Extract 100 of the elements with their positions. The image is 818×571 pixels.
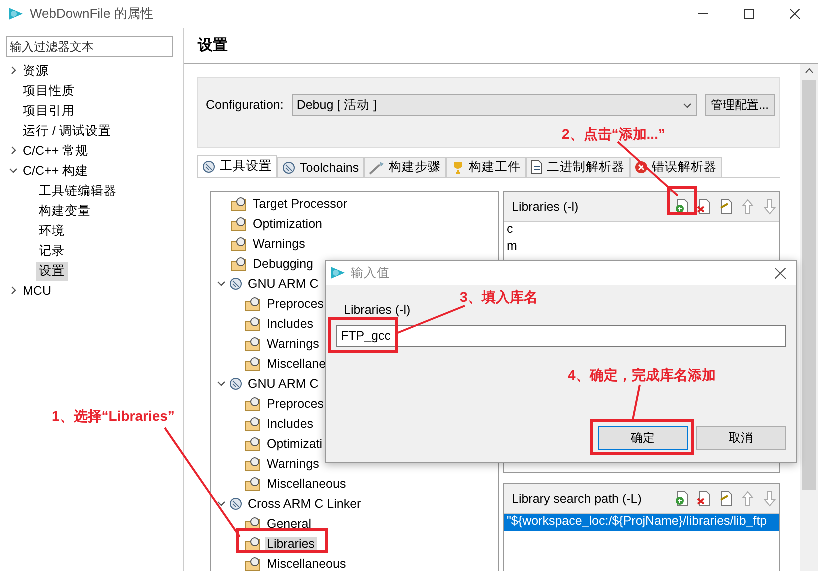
tab[interactable]: Toolchains bbox=[277, 157, 364, 177]
cancel-button[interactable]: 取消 bbox=[696, 426, 786, 450]
tree-item[interactable]: Libraries bbox=[265, 537, 317, 551]
delete-icon[interactable] bbox=[697, 490, 711, 506]
nav-item[interactable]: 运行 / 调试设置 bbox=[20, 122, 114, 140]
tree-item[interactable]: Cross ARM C Linker bbox=[246, 497, 364, 511]
scrollbar[interactable] bbox=[800, 64, 818, 571]
manage-configurations-button[interactable]: 管理配置... bbox=[704, 94, 775, 116]
annotation-note: 3、填入库名 bbox=[460, 289, 538, 307]
tree-item[interactable]: Warnings bbox=[251, 237, 308, 251]
tab[interactable]: 二进制解析器 bbox=[526, 157, 630, 177]
close-icon[interactable] bbox=[775, 268, 786, 278]
list-item[interactable]: m bbox=[504, 239, 779, 256]
tree-item[interactable]: GNU ARM C bbox=[246, 277, 321, 291]
annotation-note: 2、点击“添加...” bbox=[562, 126, 666, 144]
folder-gear-icon bbox=[245, 296, 262, 312]
close-icon bbox=[790, 9, 800, 19]
tab[interactable]: 构建步骤 bbox=[364, 157, 446, 177]
chevron-right-icon bbox=[8, 146, 18, 155]
nav-item[interactable]: MCU bbox=[20, 283, 54, 299]
app-logo-icon bbox=[330, 265, 346, 281]
nav-item[interactable]: 记录 bbox=[36, 242, 68, 260]
tree-item[interactable]: Debugging bbox=[251, 257, 316, 271]
tree-item[interactable]: GNU ARM C bbox=[246, 377, 321, 391]
tree-item[interactable]: Miscellane bbox=[265, 357, 328, 371]
tree-item[interactable]: Miscellaneous bbox=[265, 557, 348, 571]
nav-item[interactable]: 构建变量 bbox=[36, 202, 94, 220]
folder-gear-icon bbox=[231, 256, 248, 272]
maximize-icon bbox=[744, 9, 754, 19]
gear-icon bbox=[282, 160, 296, 174]
scroll-up-icon[interactable] bbox=[804, 68, 814, 74]
delete-icon[interactable] bbox=[697, 198, 711, 214]
panel-title: Libraries (-l) bbox=[512, 200, 579, 214]
nav-item[interactable]: C/C++ 构建 bbox=[20, 162, 92, 180]
folder-gear-icon bbox=[245, 556, 262, 571]
add-icon[interactable] bbox=[675, 490, 689, 506]
chevron-right-icon bbox=[8, 66, 18, 75]
wand-icon bbox=[369, 160, 386, 174]
folder-gear-icon bbox=[231, 216, 248, 232]
chevron-down-icon bbox=[217, 279, 226, 288]
highlight-frame bbox=[667, 186, 697, 215]
move-up-icon[interactable] bbox=[741, 198, 755, 214]
gear-icon bbox=[229, 497, 243, 511]
app-logo-icon bbox=[8, 6, 24, 22]
gear-icon bbox=[229, 277, 243, 291]
nav-item[interactable]: 工具链编辑器 bbox=[36, 182, 120, 200]
tree-item[interactable]: Includes bbox=[265, 317, 316, 331]
folder-gear-icon bbox=[245, 356, 262, 372]
move-up-icon[interactable] bbox=[741, 490, 755, 506]
binary-file-icon bbox=[531, 160, 544, 175]
folder-gear-icon bbox=[231, 196, 248, 212]
tab[interactable]: 构建工件 bbox=[446, 157, 526, 177]
nav-item[interactable]: 设置 bbox=[36, 262, 68, 280]
tree-item[interactable]: Miscellaneous bbox=[265, 477, 348, 491]
list-item[interactable]: c bbox=[504, 222, 779, 239]
panel-title: Library search path (-L) bbox=[512, 492, 642, 506]
tree-item[interactable]: General bbox=[265, 517, 314, 531]
nav-item[interactable]: 项目性质 bbox=[20, 82, 78, 100]
tree-item[interactable]: Preproces bbox=[265, 297, 326, 311]
leader-line bbox=[398, 305, 466, 334]
nav-item[interactable]: 环境 bbox=[36, 222, 68, 240]
chevron-down-icon bbox=[217, 379, 226, 388]
folder-gear-icon bbox=[245, 396, 262, 412]
page-title: 设置 bbox=[198, 36, 228, 55]
configuration-dropdown[interactable]: Debug [ 活动 ] bbox=[292, 94, 697, 116]
nav-item[interactable]: 资源 bbox=[20, 62, 52, 80]
folder-gear-icon bbox=[245, 456, 262, 472]
library-name-field[interactable]: FTP_gcc bbox=[336, 325, 786, 347]
leader-line bbox=[632, 384, 641, 420]
move-down-icon[interactable] bbox=[763, 198, 777, 214]
window-title: WebDownFile 的属性 bbox=[30, 5, 154, 23]
list-item[interactable]: "${workspace_loc:/${ProjName}/libraries/lib_ftp bbox=[504, 514, 779, 531]
tree-item[interactable]: Optimization bbox=[251, 217, 324, 231]
chevron-down-icon bbox=[8, 166, 18, 175]
tree-item[interactable]: Warnings bbox=[265, 337, 322, 351]
field-label: Libraries (-l) bbox=[343, 303, 412, 317]
tree-item[interactable]: Optimizati bbox=[265, 437, 325, 451]
tree-item[interactable]: Warnings bbox=[265, 457, 322, 471]
ok-button[interactable]: 确定 bbox=[598, 426, 688, 450]
dialog-title: 输入值 bbox=[351, 264, 390, 282]
tab[interactable]: 错误解析器 bbox=[630, 157, 722, 177]
move-down-icon[interactable] bbox=[763, 490, 777, 506]
edit-icon[interactable] bbox=[719, 490, 733, 506]
annotation-note: 4、确定，完成库名添加 bbox=[568, 367, 716, 385]
gear-icon bbox=[202, 160, 216, 174]
chevron-down-icon bbox=[682, 100, 692, 110]
tree-item[interactable]: Includes bbox=[265, 417, 316, 431]
folder-gear-icon bbox=[245, 316, 262, 332]
chevron-right-icon bbox=[8, 286, 18, 295]
folder-gear-icon bbox=[245, 536, 262, 552]
tree-item[interactable]: Target Processor bbox=[251, 197, 350, 211]
edit-icon[interactable] bbox=[719, 198, 733, 214]
nav-item[interactable]: 项目引用 bbox=[20, 102, 78, 120]
highlight-frame bbox=[328, 317, 398, 353]
tree-item[interactable]: Preproces bbox=[265, 397, 326, 411]
filter-field[interactable]: 输入过滤器文本 bbox=[6, 36, 173, 57]
nav-item[interactable]: C/C++ 常规 bbox=[20, 142, 92, 160]
error-icon bbox=[635, 161, 648, 174]
tab[interactable]: 工具设置 bbox=[197, 155, 277, 177]
add-icon[interactable] bbox=[675, 198, 689, 214]
